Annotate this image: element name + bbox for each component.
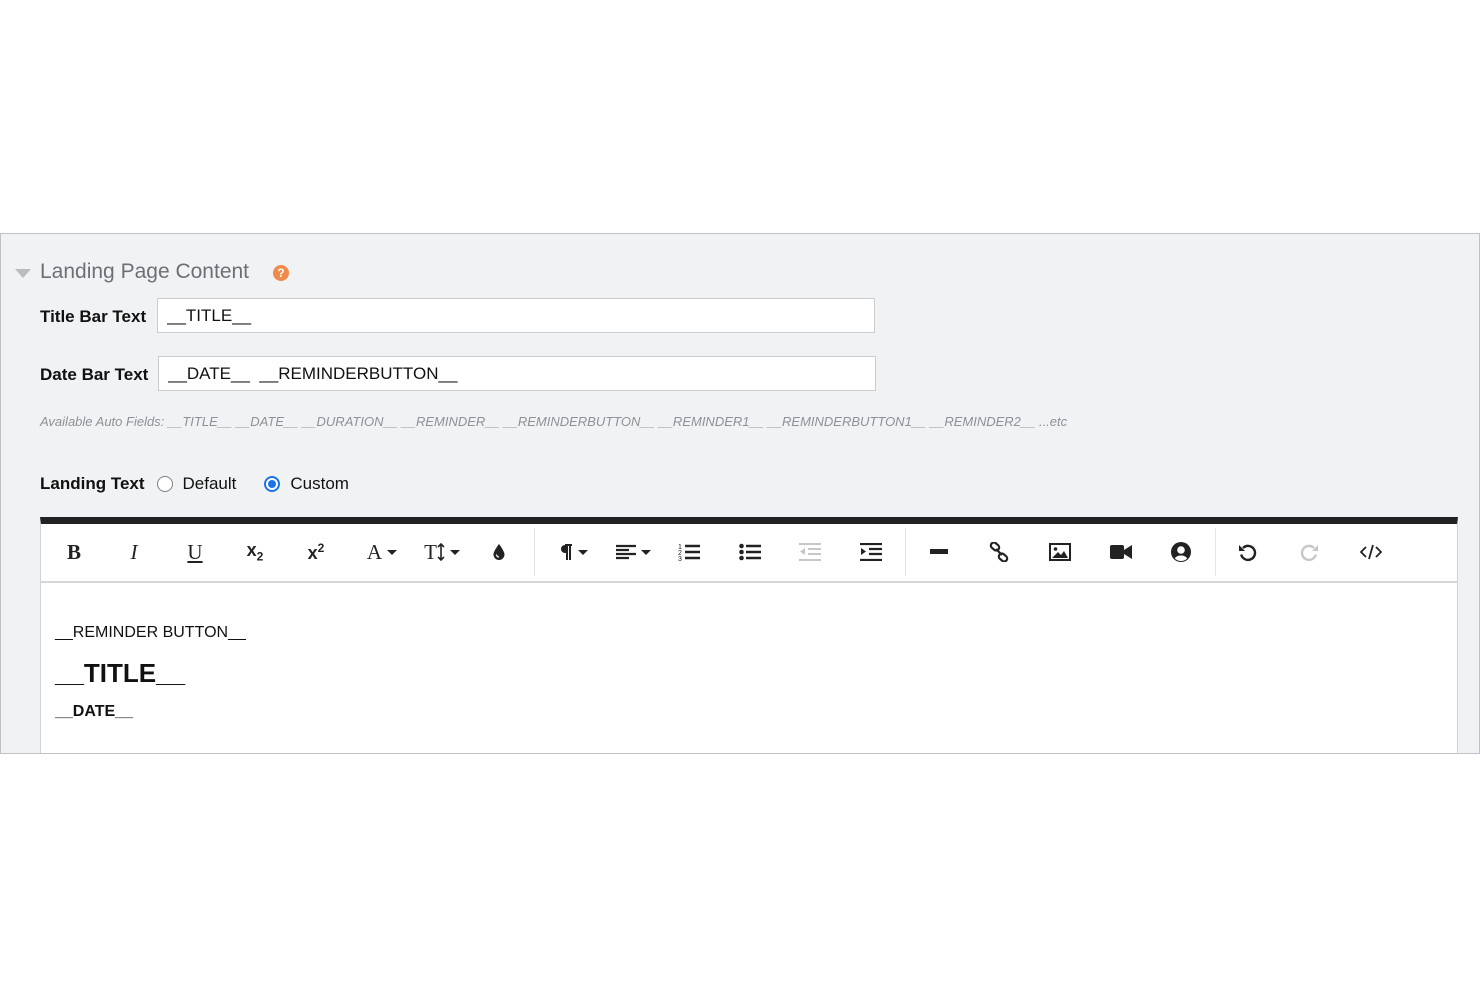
insert-image-button[interactable] xyxy=(1042,535,1078,569)
code-icon xyxy=(1360,544,1382,560)
toolbar-separator xyxy=(1215,528,1216,576)
superscript-icon: x2 xyxy=(308,541,325,564)
align-button[interactable] xyxy=(610,535,656,569)
subscript-icon: x2 xyxy=(247,540,264,564)
subscript-button[interactable]: x2 xyxy=(237,535,273,569)
user-circle-icon xyxy=(1171,542,1191,562)
editor-toolbar: B I U x2 x2 A T 1 2 3 xyxy=(41,524,1457,583)
horizontal-rule-button[interactable] xyxy=(921,535,957,569)
svg-text:3: 3 xyxy=(678,556,682,562)
indent-button[interactable] xyxy=(853,535,889,569)
chevron-down-icon xyxy=(640,549,651,555)
superscript-digit: 2 xyxy=(317,540,325,555)
image-icon xyxy=(1049,543,1071,561)
landing-text-label: Landing Text xyxy=(40,474,145,493)
unordered-list-button[interactable] xyxy=(732,535,768,569)
collapse-caret-icon[interactable] xyxy=(15,268,31,278)
font-family-button[interactable]: A xyxy=(359,535,405,569)
landing-text-row: Landing Text Default Custom xyxy=(40,474,349,494)
redo-button[interactable] xyxy=(1291,535,1327,569)
bold-button[interactable]: B xyxy=(56,535,92,569)
font-size-button[interactable]: T xyxy=(419,535,465,569)
outdent-button[interactable] xyxy=(792,535,828,569)
insert-video-button[interactable] xyxy=(1103,535,1139,569)
date-bar-label: Date Bar Text xyxy=(40,365,149,384)
superscript-x: x xyxy=(307,542,318,563)
insert-user-button[interactable] xyxy=(1163,535,1199,569)
paragraph-format-button[interactable] xyxy=(550,535,596,569)
toolbar-separator xyxy=(534,528,535,576)
undo-icon xyxy=(1239,544,1257,562)
redo-icon xyxy=(1300,544,1318,562)
chevron-down-icon xyxy=(577,549,588,555)
subscript-digit: 2 xyxy=(256,549,264,564)
chevron-down-icon xyxy=(449,549,460,555)
text-height-icon xyxy=(437,543,445,561)
radio-default-label[interactable]: Default xyxy=(183,474,237,494)
content-title-heading: __TITLE__ xyxy=(55,658,186,688)
section-title: Landing Page Content xyxy=(40,260,250,283)
help-icon[interactable]: ? xyxy=(273,264,290,281)
title-bar-input[interactable] xyxy=(157,298,875,333)
video-camera-icon xyxy=(1110,545,1132,559)
link-icon xyxy=(989,542,1009,562)
ordered-list-icon: 1 2 3 xyxy=(678,544,700,562)
ordered-list-button[interactable]: 1 2 3 xyxy=(671,535,707,569)
content-date-line: __DATE__ xyxy=(55,703,133,720)
superscript-button[interactable]: x2 xyxy=(298,535,334,569)
section-header[interactable]: Landing Page Content ? xyxy=(15,260,290,284)
title-bar-label: Title Bar Text xyxy=(40,307,147,326)
underline-button[interactable]: U xyxy=(177,535,213,569)
radio-custom[interactable] xyxy=(264,476,281,492)
code-view-button[interactable] xyxy=(1353,535,1389,569)
font-family-icon: A xyxy=(366,539,383,564)
editor-content[interactable]: __REMINDER BUTTON__ __TITLE__ __DATE__ xyxy=(55,624,246,721)
date-bar-input[interactable] xyxy=(158,356,876,391)
pilcrow-icon xyxy=(560,544,572,560)
color-drop-icon xyxy=(493,544,505,560)
outdent-icon xyxy=(799,543,821,561)
font-size-icon: T xyxy=(424,539,437,564)
chevron-down-icon xyxy=(387,549,398,555)
landing-page-content-panel: Landing Page Content ? Title Bar Text Da… xyxy=(0,233,1480,754)
content-reminder-button-line: __REMINDER BUTTON__ xyxy=(55,624,246,641)
insert-link-button[interactable] xyxy=(981,535,1017,569)
auto-fields-hint: Available Auto Fields: __TITLE__ __DATE_… xyxy=(40,414,1068,429)
rich-text-editor: B I U x2 x2 A T 1 2 3 __REMINDER BUTTON_… xyxy=(40,517,1458,753)
toolbar-separator xyxy=(905,528,906,576)
indent-icon xyxy=(860,543,882,561)
text-color-button[interactable] xyxy=(481,535,517,569)
bold-icon: B xyxy=(66,539,81,564)
underline-icon: U xyxy=(187,539,203,564)
bullet-list-icon xyxy=(739,543,761,561)
subscript-x: x xyxy=(246,540,257,561)
undo-button[interactable] xyxy=(1230,535,1266,569)
radio-default[interactable] xyxy=(156,476,173,492)
radio-custom-label[interactable]: Custom xyxy=(290,474,349,494)
align-left-icon xyxy=(615,544,636,560)
italic-button[interactable]: I xyxy=(116,535,152,569)
italic-icon: I xyxy=(130,539,138,564)
horizontal-line-icon xyxy=(930,549,948,554)
